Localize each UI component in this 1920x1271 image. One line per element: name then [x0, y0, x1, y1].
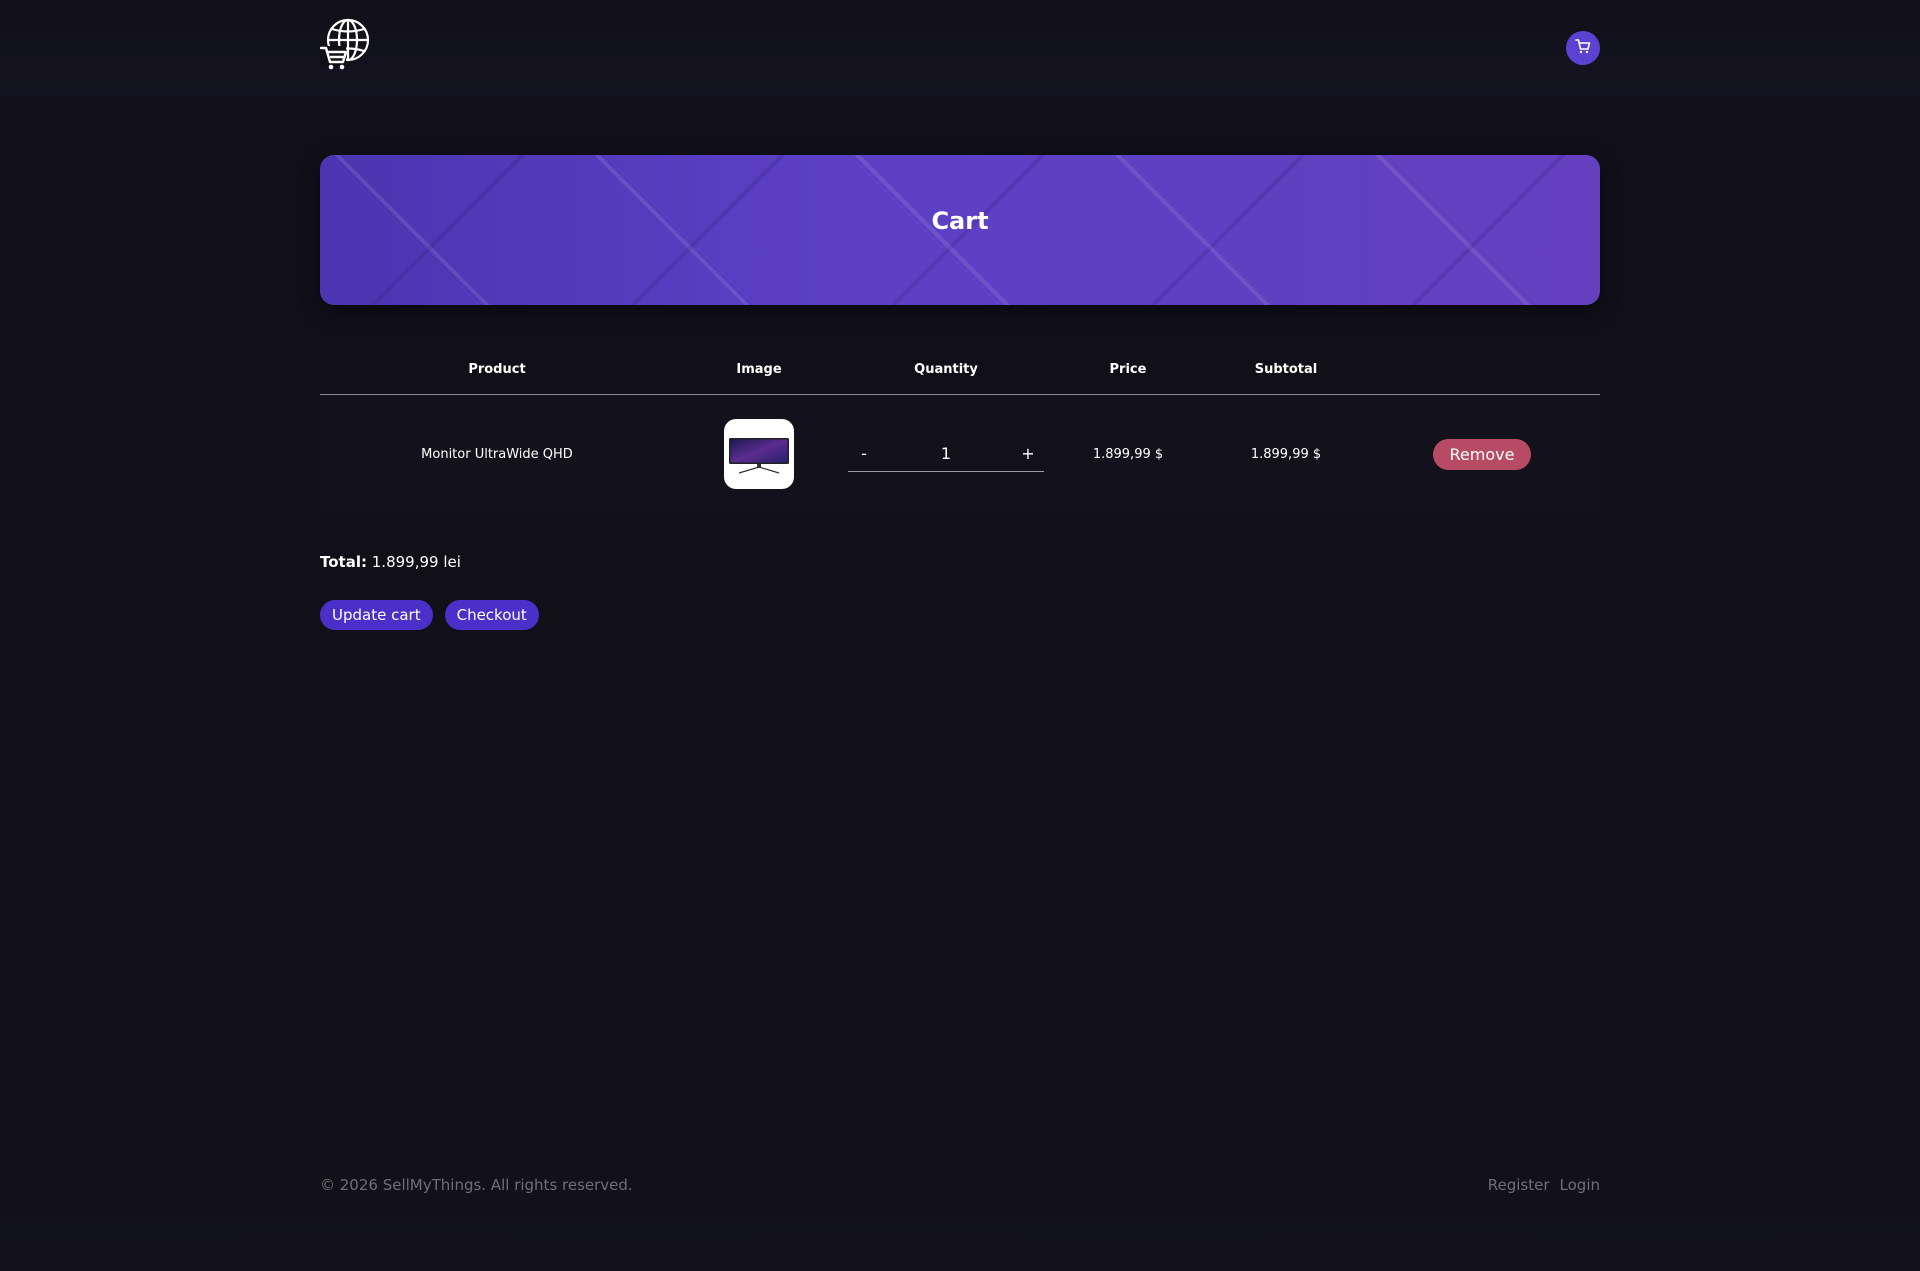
product-price: 1.899,99 $ [1048, 394, 1208, 514]
monitor-image [724, 419, 794, 490]
remove-button[interactable]: Remove [1432, 438, 1532, 470]
total-label: Total: [320, 553, 367, 571]
register-link[interactable]: Register [1488, 1176, 1550, 1194]
update-cart-button[interactable]: Update cart [320, 600, 433, 630]
login-link[interactable]: Login [1560, 1176, 1600, 1194]
cart-total: Total: 1.899,99 lei [320, 553, 461, 571]
column-header-image: Image [674, 350, 844, 395]
cart-table: Product Image Quantity Price Subtotal Mo… [320, 350, 1600, 514]
cart-button[interactable] [1566, 31, 1600, 65]
page-banner: Cart [320, 155, 1600, 305]
page-footer [0, 1110, 1920, 1271]
table-row: Monitor UltraWide QHD - 1 + 1.899,99 $ 1… [320, 394, 1600, 514]
increment-button[interactable]: + [1018, 444, 1038, 463]
product-subtotal: 1.899,99 $ [1208, 394, 1364, 514]
column-header-subtotal: Subtotal [1208, 350, 1364, 395]
table-header-row: Product Image Quantity Price Subtotal [320, 350, 1600, 395]
quantity-stepper: - + [848, 436, 1044, 473]
globe-cart-logo-icon[interactable] [318, 18, 372, 72]
checkout-button[interactable]: Checkout [444, 600, 539, 630]
product-image-cell [674, 394, 844, 514]
copyright-text: © 2026 SellMyThings. All rights reserved… [320, 1176, 633, 1194]
cart-icon [1574, 37, 1592, 59]
top-navbar [0, 0, 1920, 96]
column-header-quantity: Quantity [844, 350, 1048, 395]
total-value: 1.899,99 lei [366, 553, 461, 571]
quantity-input[interactable] [906, 444, 986, 464]
column-header-actions [1364, 350, 1600, 395]
product-name: Monitor UltraWide QHD [320, 394, 674, 514]
column-header-price: Price [1048, 350, 1208, 395]
action-cell: Remove [1364, 394, 1600, 514]
cart-actions: Update cart Checkout [320, 600, 539, 630]
column-header-product: Product [320, 350, 674, 395]
footer-links: Register Login [1488, 1176, 1600, 1194]
decrement-button[interactable]: - [854, 444, 874, 463]
quantity-cell: - + [844, 394, 1048, 514]
page-title: Cart [931, 207, 989, 235]
